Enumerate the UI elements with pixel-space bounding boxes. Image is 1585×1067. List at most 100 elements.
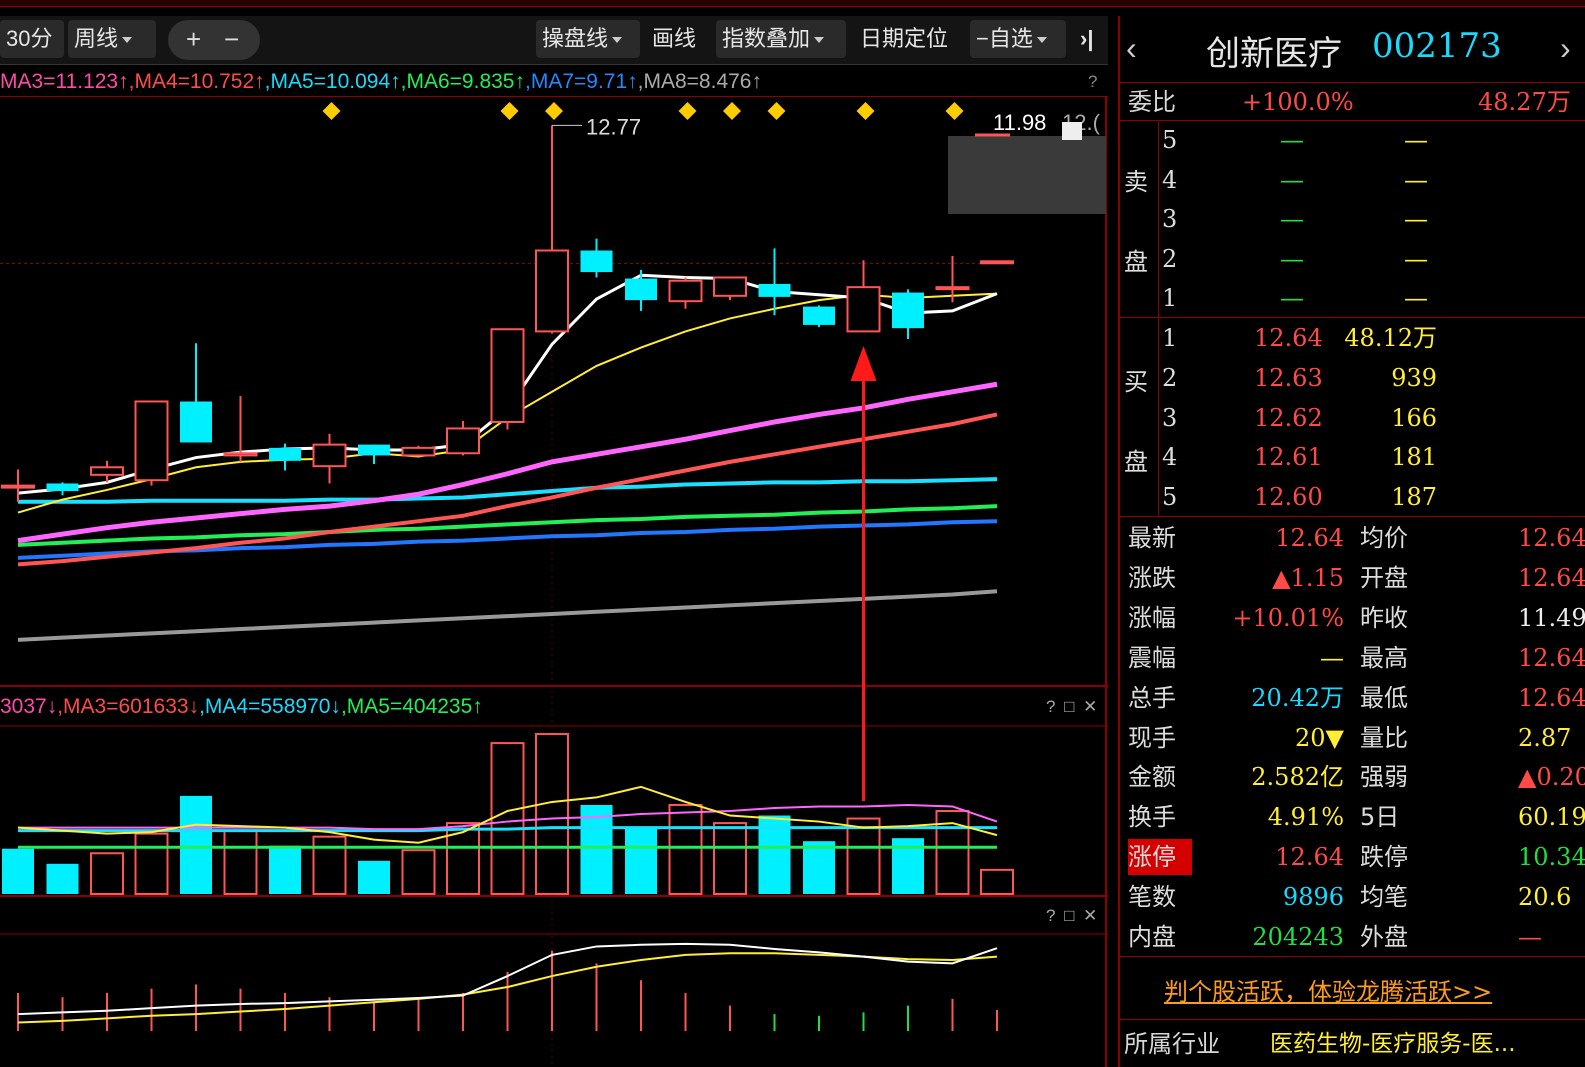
promo-link[interactable]: 判个股活跃，体验龙腾活跃>> bbox=[1164, 972, 1492, 1007]
buy-level-row[interactable]: 5 12.60 187 bbox=[1120, 477, 1585, 517]
period-30min-button[interactable]: 30分 bbox=[0, 20, 64, 58]
volume-bar bbox=[312, 835, 347, 895]
industry-value[interactable]: 医药生物-医疗服务-医... bbox=[1270, 1024, 1516, 1064]
chevron-down-icon bbox=[1036, 37, 1047, 44]
candle-body bbox=[269, 447, 301, 461]
indicator-panel-controls[interactable]: ? □ ✕ bbox=[1046, 906, 1099, 926]
candle-body bbox=[446, 427, 480, 455]
buy-level-row[interactable]: 2 12.63 939 bbox=[1120, 358, 1585, 398]
candle-body bbox=[803, 306, 835, 325]
signal-diamond-icon bbox=[678, 102, 697, 120]
volume-bar bbox=[401, 849, 436, 896]
buy-level-row[interactable]: 3 12.62 166 bbox=[1120, 398, 1585, 438]
buy-level-row[interactable]: 1 12.64 48.12万 bbox=[1120, 318, 1585, 358]
stat-value: 20▼ bbox=[1295, 723, 1344, 752]
next-stock-icon[interactable]: › bbox=[1560, 30, 1571, 67]
volume-bar bbox=[2, 848, 34, 894]
stat-label: 金额 bbox=[1128, 763, 1176, 792]
volume-panel-controls[interactable]: ? □ ✕ bbox=[1046, 697, 1099, 717]
volume-bar bbox=[846, 817, 881, 896]
stat-label: 内盘 bbox=[1128, 923, 1176, 951]
stat-value: — bbox=[1320, 643, 1344, 672]
stock-code: 002173 bbox=[1372, 26, 1502, 66]
zoom-in-button[interactable]: + bbox=[186, 24, 201, 55]
ma-legend-item: ,MA5=10.094↑ bbox=[264, 70, 401, 93]
stat-row: 笔数 9896 均笔 20.6 bbox=[1120, 877, 1585, 917]
buy-volume: 939 bbox=[1391, 363, 1437, 392]
stat-value: +10.01% bbox=[1232, 603, 1344, 632]
period-week-dropdown[interactable]: 周线 bbox=[68, 20, 156, 58]
ma-legend-item: ,MA6=9.835↑ bbox=[400, 70, 525, 93]
operate-line-dropdown[interactable]: 操盘线 bbox=[536, 20, 640, 58]
stat-value: 20.42万 bbox=[1251, 683, 1344, 712]
stat-value: 12.64 bbox=[1518, 683, 1585, 712]
divider bbox=[1158, 120, 1159, 516]
buy-volume: 187 bbox=[1391, 483, 1437, 512]
watchlist-dropdown[interactable]: −自选 bbox=[970, 20, 1066, 58]
candle-body bbox=[90, 466, 124, 476]
ma-legend-item: ,MA7=9.71↑ bbox=[525, 70, 638, 93]
index-overlay-dropdown[interactable]: 指数叠加 bbox=[716, 20, 846, 58]
volume-ma-legend: 3037↓,MA3=601633↓,MA4=558970↓,MA5=404235… bbox=[0, 692, 483, 722]
sell-price: — bbox=[1280, 205, 1304, 234]
stat-value: 12.64 bbox=[1518, 643, 1585, 672]
buy-volume: 48.12万 bbox=[1344, 324, 1437, 352]
kline-chart[interactable]: 12.7711.9812.( bbox=[0, 96, 1108, 1067]
volume-bar bbox=[490, 742, 525, 895]
zoom-out-button[interactable]: − bbox=[224, 24, 239, 55]
buy-level-num: 4 bbox=[1162, 443, 1178, 472]
buy-side-label: 买 bbox=[1124, 368, 1148, 396]
date-locate-button[interactable]: 日期定位 bbox=[854, 20, 954, 58]
chevron-down-icon bbox=[122, 37, 133, 44]
stat-row: 金额 2.582亿 强弱 ▲0.20 bbox=[1120, 757, 1585, 797]
stat-value: — bbox=[1518, 923, 1542, 951]
candle-body bbox=[46, 483, 79, 491]
selection-box bbox=[948, 136, 1106, 214]
zoom-control: + − bbox=[168, 20, 260, 60]
sell-level-row[interactable]: 1 — — bbox=[1120, 278, 1585, 318]
divider bbox=[1120, 1019, 1585, 1020]
stat-label: 最新 bbox=[1128, 524, 1176, 552]
help-icon[interactable]: ? bbox=[1088, 72, 1097, 92]
volume-bar bbox=[625, 827, 657, 894]
sell-level-row[interactable]: 2 — — bbox=[1120, 239, 1585, 279]
sell-level-row[interactable]: 5 — — bbox=[1120, 120, 1585, 160]
high-price-label: 12.77 bbox=[586, 114, 641, 139]
candle-body bbox=[535, 249, 569, 333]
chevron-down-icon bbox=[814, 37, 825, 44]
buy-level-row[interactable]: 4 12.61 181 bbox=[1120, 437, 1585, 477]
ma-legend-item: MA3=11.123↑ bbox=[0, 70, 129, 93]
lock-icon[interactable] bbox=[1062, 122, 1082, 140]
collapse-panel-button[interactable]: ›| bbox=[1074, 20, 1099, 58]
candle-body bbox=[1, 484, 35, 489]
sell-volume: — bbox=[1404, 284, 1428, 313]
buy-level-num: 3 bbox=[1162, 403, 1178, 432]
stat-row: 总手 20.42万 最低 12.64 bbox=[1120, 678, 1585, 718]
sell-price: — bbox=[1280, 244, 1304, 273]
volume-bar bbox=[223, 829, 258, 895]
stat-value: 12.64 bbox=[1275, 843, 1344, 872]
vol-ma-legend-item: ,MA5=404235↑ bbox=[340, 695, 483, 718]
candle-body bbox=[758, 283, 791, 297]
divider bbox=[1120, 956, 1585, 957]
weibi-label: 委比 bbox=[1128, 88, 1176, 116]
sell-level-row[interactable]: 4 — — bbox=[1120, 160, 1585, 200]
volume-bar bbox=[134, 832, 169, 895]
buy-price: 12.62 bbox=[1254, 403, 1323, 432]
prev-stock-icon[interactable]: ‹ bbox=[1126, 30, 1137, 67]
industry-label: 所属行业 bbox=[1124, 1030, 1220, 1058]
vol-ma-legend-item: ,MA4=558970↓ bbox=[199, 695, 341, 718]
stock-trading-app: 30分 周线 + − 操盘线 画线 指数叠加 日期定位 −自选 ›| MA3=1… bbox=[0, 0, 1585, 1067]
signal-diamond-icon bbox=[500, 102, 519, 120]
stock-name: 创新医疗 bbox=[1206, 34, 1342, 74]
candle-body bbox=[892, 292, 924, 329]
buy-volume: 166 bbox=[1391, 403, 1437, 432]
draw-line-button[interactable]: 画线 bbox=[646, 20, 702, 58]
ma-legend-item: ,MA8=8.476↑ bbox=[637, 70, 762, 93]
stat-value: 4.91% bbox=[1267, 803, 1344, 832]
candle-body bbox=[134, 400, 169, 482]
sell-level-row[interactable]: 3 — — bbox=[1120, 199, 1585, 239]
candle-body bbox=[668, 279, 703, 303]
volume-bar bbox=[180, 795, 212, 894]
last-price-label: 11.98 bbox=[993, 110, 1046, 135]
